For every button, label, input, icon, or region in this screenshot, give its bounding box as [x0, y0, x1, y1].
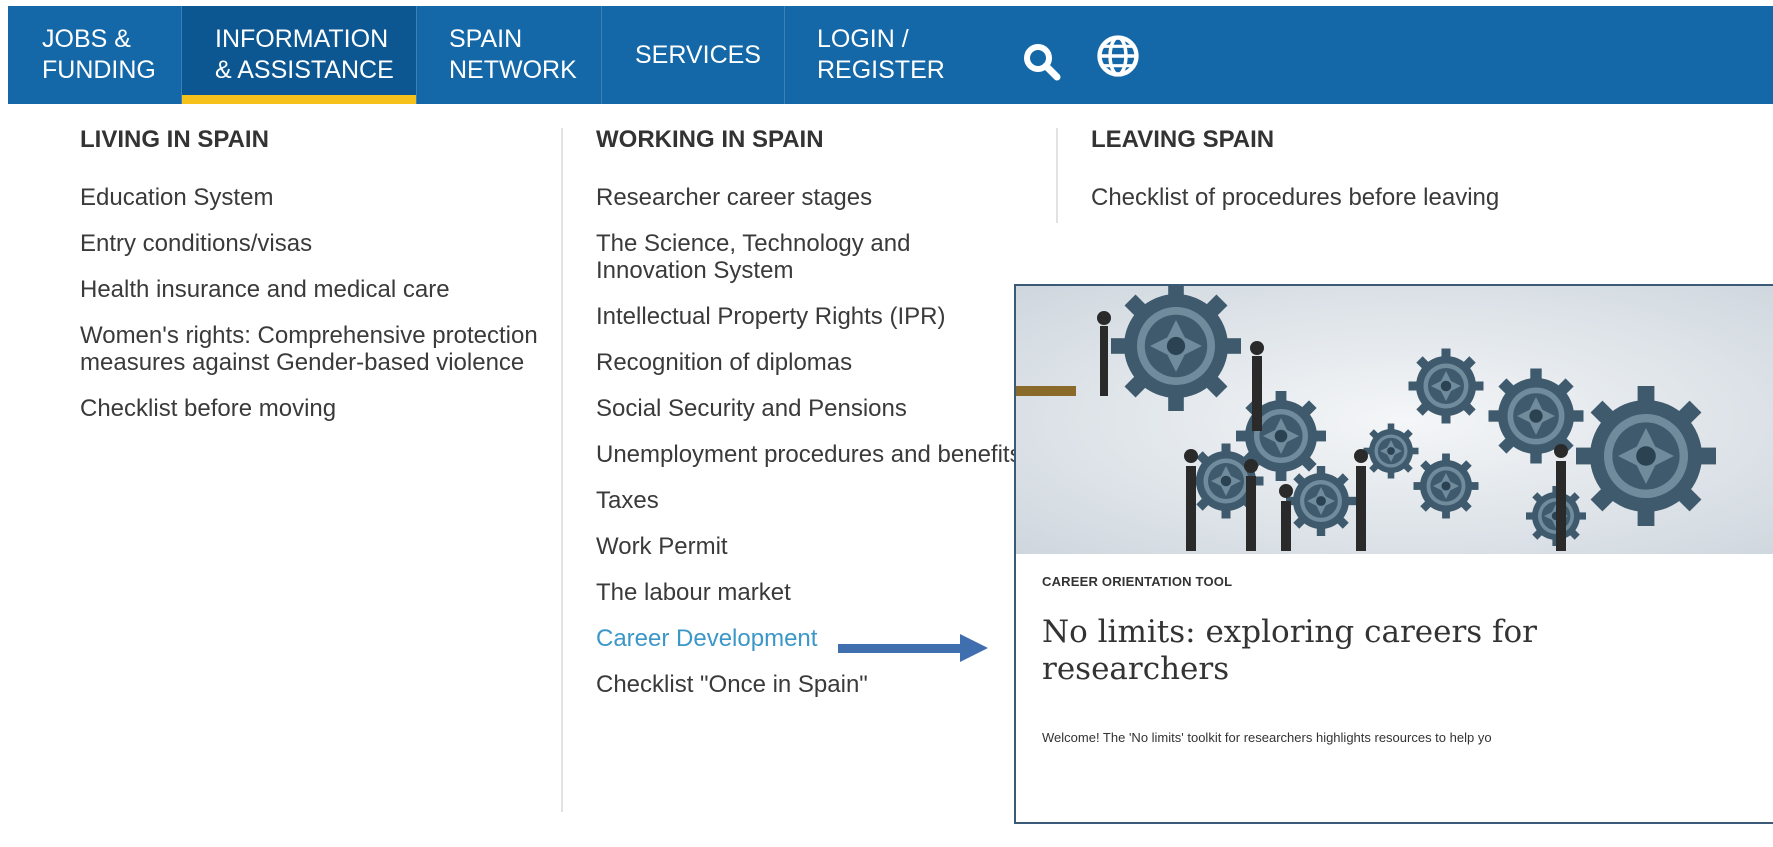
nav-label-line1: SERVICES [635, 40, 761, 69]
menu-link-checklist-once-in-spain[interactable]: Checklist "Once in Spain" [596, 671, 1026, 698]
menu-link-science-technology-innovation[interactable]: The Science, Technology and Innovation S… [596, 230, 1026, 284]
menu-link-labour-market[interactable]: The labour market [596, 579, 1026, 606]
gears-teamwork-image [1016, 286, 1773, 554]
menu-column-living: LIVING IN SPAIN Education System Entry c… [80, 126, 550, 441]
column-heading: WORKING IN SPAIN [596, 126, 824, 153]
menu-link-checklist-before-moving[interactable]: Checklist before moving [80, 395, 550, 422]
top-navigation-bar: JOBS & FUNDING INFORMATION & ASSISTANCE SP… [8, 6, 1773, 104]
nav-label-line1: JOBS & [42, 25, 131, 53]
menu-link-womens-rights[interactable]: Women's rights: Comprehensive protection… [80, 322, 550, 376]
menu-link-checklist-before-leaving[interactable]: Checklist of procedures before leaving [1091, 184, 1551, 211]
menu-column-leaving: LEAVING SPAIN Checklist of procedures be… [1091, 126, 1551, 230]
column-divider [1056, 128, 1058, 223]
nav-information-assistance[interactable]: INFORMATION & ASSISTANCE [182, 6, 416, 104]
search-icon[interactable] [1020, 40, 1064, 84]
nav-spain-network[interactable]: SPAIN NETWORK [417, 6, 601, 104]
menu-link-education-system[interactable]: Education System [80, 184, 550, 211]
menu-link-ipr[interactable]: Intellectual Property Rights (IPR) [596, 303, 1026, 330]
menu-link-researcher-career-stages[interactable]: Researcher career stages [596, 184, 1026, 211]
nav-login-register[interactable]: LOGIN / REGISTER [785, 6, 985, 104]
nav-label-line1: LOGIN / [817, 25, 909, 53]
column-heading: LEAVING SPAIN [1091, 126, 1275, 153]
arrow-right-icon [838, 634, 988, 662]
menu-link-recognition-of-diplomas[interactable]: Recognition of diplomas [596, 349, 1026, 376]
nav-label-line2: FUNDING [42, 56, 156, 84]
menu-link-entry-conditions[interactable]: Entry conditions/visas [80, 230, 550, 257]
column-heading: LIVING IN SPAIN [80, 126, 269, 153]
nav-jobs-funding[interactable]: JOBS & FUNDING [42, 6, 182, 104]
column-divider [561, 128, 563, 812]
menu-link-unemployment[interactable]: Unemployment procedures and benefits [596, 441, 1026, 468]
menu-link-social-security[interactable]: Social Security and Pensions [596, 395, 1026, 422]
card-title[interactable]: No limits: exploring careers for researc… [1042, 614, 1602, 688]
card-body-text: Welcome! The 'No limits' toolkit for res… [1042, 730, 1492, 745]
nav-label-line2: & ASSISTANCE [215, 56, 394, 84]
nav-services[interactable]: SERVICES [602, 6, 784, 104]
menu-column-working: WORKING IN SPAIN Researcher career stage… [596, 126, 1026, 717]
card-kicker: CAREER ORIENTATION TOOL [1042, 574, 1233, 589]
nav-label-line2: REGISTER [817, 56, 945, 84]
nav-label-line1: INFORMATION [215, 25, 389, 53]
menu-link-taxes[interactable]: Taxes [596, 487, 1026, 514]
menu-link-work-permit[interactable]: Work Permit [596, 533, 1026, 560]
career-tool-card[interactable]: CAREER ORIENTATION TOOL No limits: explo… [1014, 284, 1773, 824]
menu-link-health-insurance[interactable]: Health insurance and medical care [80, 276, 550, 303]
nav-label-line2: NETWORK [449, 56, 577, 84]
nav-label-line1: SPAIN [449, 25, 523, 53]
globe-icon[interactable] [1096, 34, 1140, 78]
